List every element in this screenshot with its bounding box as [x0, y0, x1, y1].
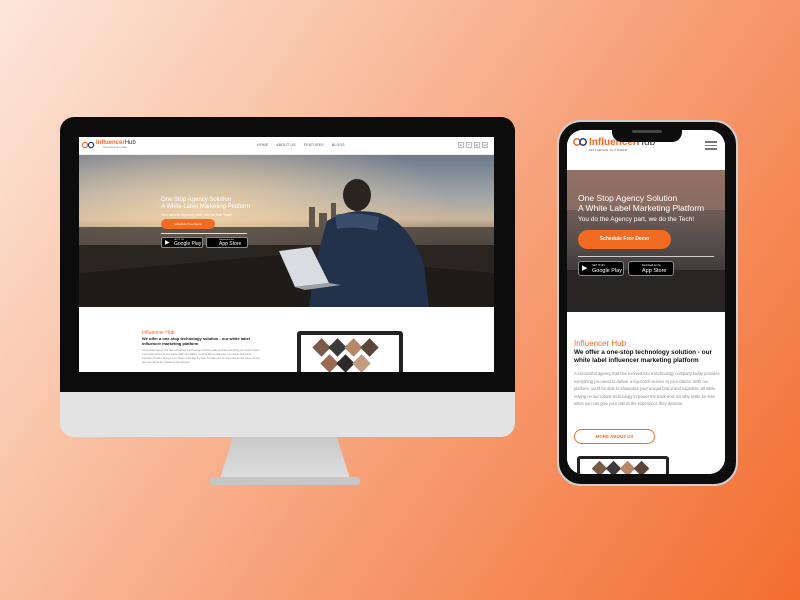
monitor-stand	[220, 437, 350, 479]
app-store-label: App Store	[219, 241, 242, 247]
about-brand: Influencer Hub	[574, 339, 627, 348]
influencer-photo	[360, 338, 379, 357]
logo-text-hub: Hub	[124, 140, 136, 146]
instagram-icon[interactable]: ig	[474, 142, 480, 148]
nav-link-blogs[interactable]: BLOGS	[332, 143, 345, 147]
desktop-hero: One Stop Agency Solution A White Label M…	[79, 155, 494, 307]
phone-speaker	[632, 130, 662, 133]
about-body: A successful agency that has evolved int…	[142, 349, 260, 364]
hero-divider	[161, 233, 247, 234]
logo-text-influencer: Influencer	[96, 140, 125, 146]
app-store-label: App Store	[642, 268, 667, 274]
app-store-badge[interactable]: Download on the App Store	[628, 261, 674, 276]
desktop-about-section: Influencer Hub We offer a one-stop techn…	[79, 307, 494, 372]
desktop-mockup: InfluencerHub INFLUENCE IS POWER HOME AB…	[60, 117, 515, 487]
hero-title-line2: A White Label Marketing Platform	[578, 203, 705, 213]
google-play-small-text: GET IT ON	[592, 264, 605, 267]
google-play-icon: ▶	[165, 240, 170, 246]
google-play-badge[interactable]: ▶ GET IT ON Google Play	[161, 237, 203, 248]
linkedin-icon[interactable]: in	[458, 142, 464, 148]
google-play-label: Google Play	[592, 268, 622, 274]
monitor-base	[210, 477, 360, 485]
nav-link-home[interactable]: HOME	[257, 143, 268, 147]
hero-subtitle: You do the Agency part, we do the Tech!	[578, 216, 695, 223]
hero-title-line2: A White Label Marketing Platform	[161, 204, 251, 210]
about-heading: We offer a one-stop technology solution …	[574, 349, 712, 364]
desktop-logo[interactable]: InfluencerHub	[96, 140, 136, 146]
tablet-mockup	[297, 331, 403, 372]
hamburger-menu-icon[interactable]	[705, 141, 717, 150]
google-play-badge[interactable]: ▶ GET IT ON Google Play	[578, 261, 624, 276]
influencer-photo-grid	[301, 335, 399, 372]
google-play-label: Google Play	[174, 241, 202, 247]
google-play-icon: ▶	[582, 265, 588, 272]
logo-mark-icon	[81, 141, 95, 149]
about-heading: We offer a one-stop technology solution …	[142, 336, 250, 346]
influencer-photo-grid	[580, 459, 666, 474]
tablet-mockup	[577, 456, 669, 474]
social-links: in f ig tw	[458, 142, 488, 148]
schedule-demo-button[interactable]: Schedule Free Demo	[578, 230, 671, 249]
about-body: A successful agency that has evolved int…	[574, 371, 720, 407]
app-store-small-text: Download on the	[642, 264, 661, 267]
app-store-badge[interactable]: Download on the App Store	[206, 237, 248, 248]
hero-divider	[578, 256, 714, 257]
logo-mark-icon	[573, 138, 587, 146]
mobile-screen: InfluencerHub INFLUENCE IS POWER One Sto…	[567, 130, 725, 474]
hero-title-line1: One Stop Agency Solution	[578, 193, 678, 203]
schedule-demo-button[interactable]: Schedule Free Demo	[161, 219, 215, 229]
mobile-about-section: Influencer Hub We offer a one-stop techn…	[567, 312, 725, 474]
mobile-hero: One Stop Agency Solution A White Label M…	[567, 170, 725, 312]
desktop-navbar: InfluencerHub INFLUENCE IS POWER HOME AB…	[79, 137, 494, 155]
hero-title-line1: One Stop Agency Solution	[161, 197, 232, 203]
facebook-icon[interactable]: f	[466, 142, 472, 148]
hero-photo	[79, 155, 494, 307]
twitter-icon[interactable]: tw	[482, 142, 488, 148]
mobile-mockup: InfluencerHub INFLUENCE IS POWER One Sto…	[557, 120, 738, 486]
hero-subtitle: You do the Agency part, we do the Tech!	[161, 212, 233, 217]
monitor-chin	[60, 392, 515, 437]
influencer-photo	[633, 460, 650, 474]
more-about-us-button[interactable]: MORE ABOUT US	[574, 429, 655, 444]
desktop-screen: InfluencerHub INFLUENCE IS POWER HOME AB…	[79, 137, 494, 372]
influencer-photo	[352, 354, 371, 372]
nav-link-about[interactable]: ABOUT US	[276, 143, 295, 147]
nav-link-features[interactable]: FEATURES	[304, 143, 324, 147]
logo-tagline: INFLUENCE IS POWER	[589, 148, 628, 152]
desktop-nav-links: HOME ABOUT US FEATURES BLOGS	[257, 143, 345, 147]
logo-tagline: INFLUENCE IS POWER	[103, 147, 127, 149]
